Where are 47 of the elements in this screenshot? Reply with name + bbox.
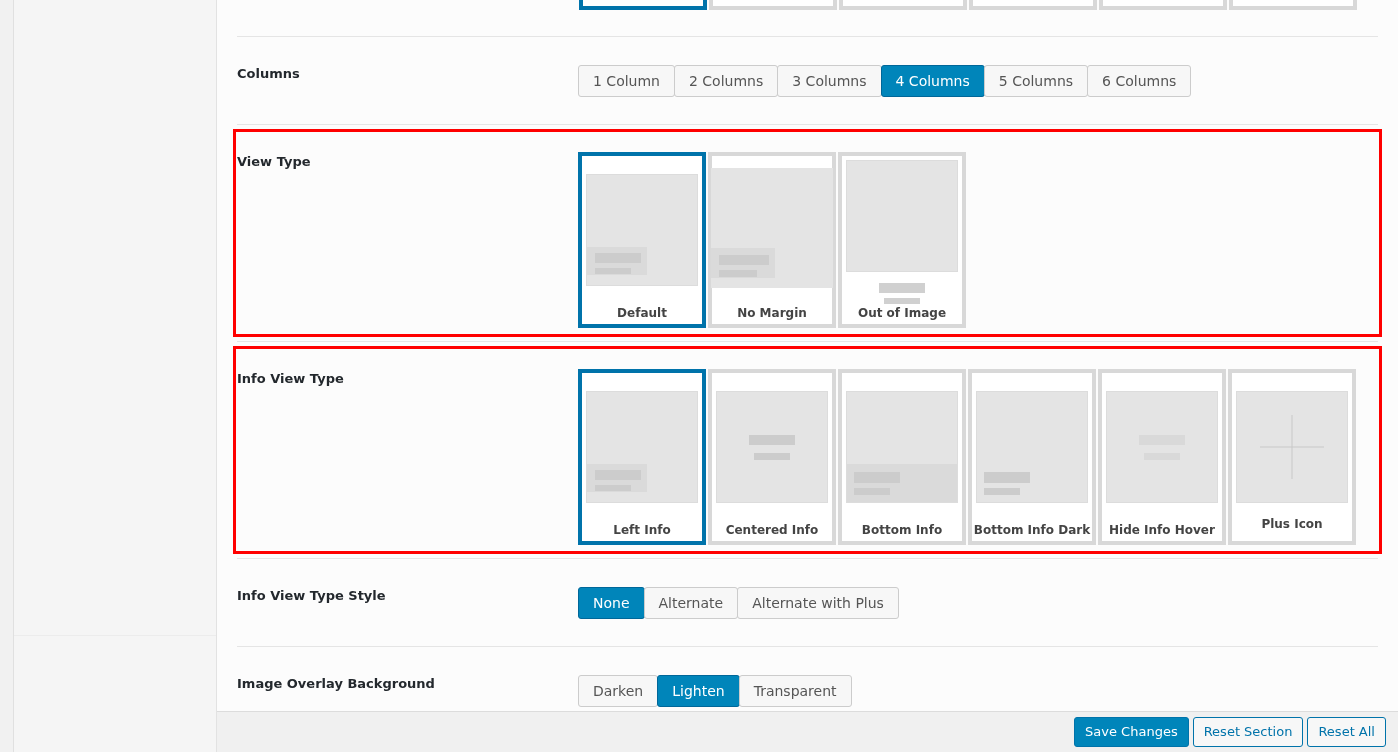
option-label: Out of Image xyxy=(857,305,947,322)
option-label: No Margin xyxy=(737,305,807,322)
thumbnail-icon xyxy=(716,391,828,503)
thumbnail-icon xyxy=(976,391,1088,503)
segment-button[interactable]: Alternate xyxy=(643,587,739,619)
option-label: Hide Info Hover xyxy=(1109,522,1215,539)
thumbnail-icon xyxy=(711,168,833,288)
thumbnail-icon xyxy=(1236,391,1348,503)
section-label: Info View Type Style xyxy=(237,587,387,605)
section-label: Columns xyxy=(237,65,301,83)
layout-option[interactable]: Left Info xyxy=(578,369,706,545)
option-label: Default xyxy=(617,305,667,322)
thumbnail-icon xyxy=(846,391,958,503)
segment-button[interactable]: Transparent xyxy=(738,675,852,707)
option-label: Bottom Info xyxy=(861,522,943,539)
footer-button[interactable]: Reset Section xyxy=(1192,717,1304,747)
thumbnail-icon xyxy=(1106,391,1218,503)
segment-button[interactable]: 5 Columns xyxy=(983,65,1089,97)
thumbnail-icon xyxy=(586,174,698,286)
segment-button[interactable]: Alternate with Plus xyxy=(737,587,899,619)
footer-button[interactable]: Save Changes xyxy=(1074,717,1189,747)
segment-button[interactable]: None xyxy=(578,587,645,619)
section-label: View Type xyxy=(237,153,312,171)
section-label: Info View Type xyxy=(237,370,345,388)
option-label: Bottom Info Dark xyxy=(973,522,1091,539)
option-label: Centered Info xyxy=(725,522,819,539)
layout-option[interactable]: Bottom Info xyxy=(838,369,966,545)
option-label: Left Info xyxy=(613,522,671,539)
section-label: Image Overlay Background xyxy=(237,675,436,693)
segment-button[interactable]: 1 Column xyxy=(578,65,675,97)
layout-option[interactable]: Bottom Info Dark xyxy=(968,369,1096,545)
option-label: Plus Icon xyxy=(1261,516,1323,533)
thumbnail-icon xyxy=(846,160,958,304)
segment-button[interactable]: Darken xyxy=(578,675,659,707)
layout-option[interactable]: Plus Icon xyxy=(1228,369,1356,545)
layout-option[interactable]: Centered Info xyxy=(708,369,836,545)
segment-button[interactable]: 2 Columns xyxy=(674,65,779,97)
layout-option[interactable]: Out of Image xyxy=(838,152,966,328)
layout-option[interactable]: No Margin xyxy=(708,152,836,328)
layout-option[interactable]: Default xyxy=(578,152,706,328)
thumbnail-icon xyxy=(586,391,698,503)
segment-button[interactable]: 6 Columns xyxy=(1087,65,1192,97)
segment-button[interactable]: Lighten xyxy=(657,675,740,707)
segment-button[interactable]: 3 Columns xyxy=(777,65,882,97)
segment-button[interactable]: 4 Columns xyxy=(880,65,985,97)
layout-option[interactable]: Hide Info Hover xyxy=(1098,369,1226,545)
footer-button[interactable]: Reset All xyxy=(1307,717,1386,747)
